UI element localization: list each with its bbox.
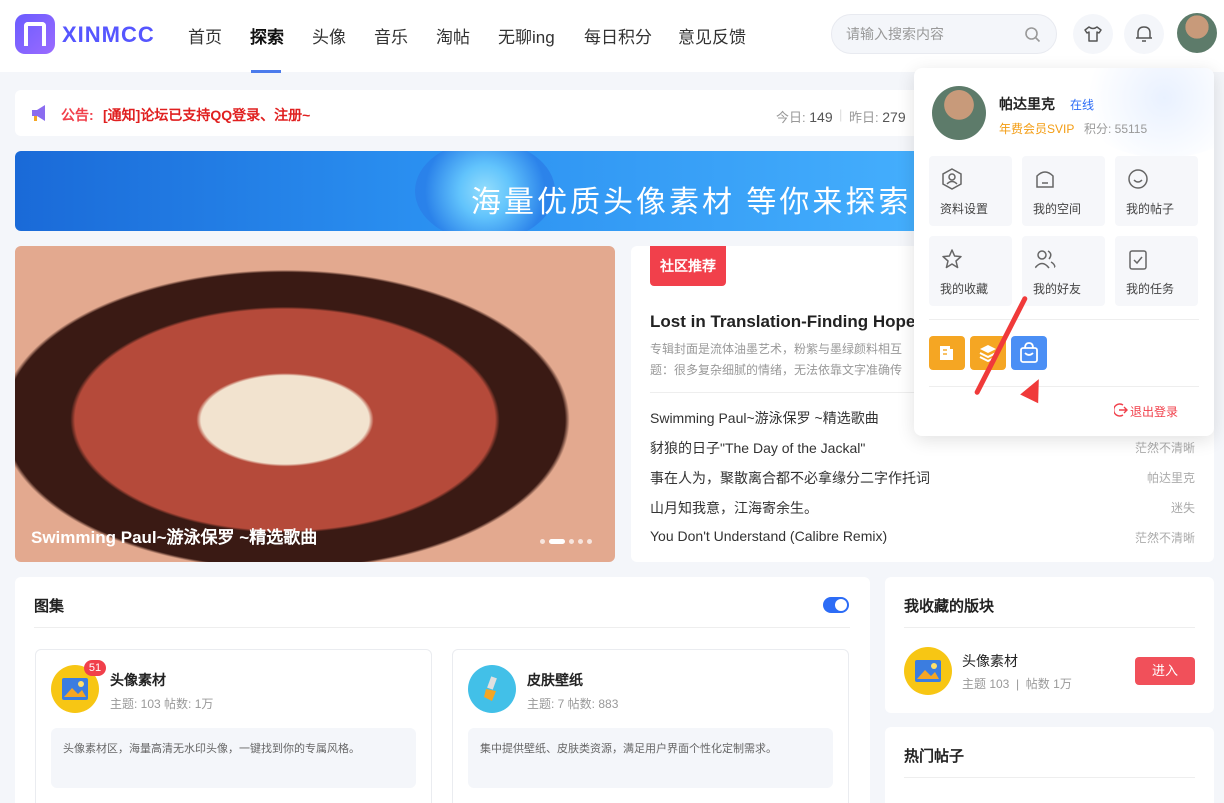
- favorite-boards-panel: 我收藏的版块 头像素材 主题 103 | 帖数 1万 进入: [885, 577, 1214, 713]
- post-item[interactable]: 豺狼的日子"The Day of the Jackal" 茫然不清晰: [650, 438, 1195, 458]
- nav-taotie[interactable]: 淘帖: [436, 23, 470, 48]
- board-desc: 头像素材区，海量高清无水印头像，一键找到你的专属风格。: [51, 728, 416, 788]
- vip-badge[interactable]: 年费会员SVIP: [999, 120, 1074, 137]
- logo-icon[interactable]: [15, 14, 55, 54]
- featured-post-title[interactable]: Lost in Translation-Finding Hope: [650, 312, 915, 332]
- star-icon: [942, 249, 962, 269]
- carousel-dots: [540, 539, 592, 544]
- stat-today: 今日: 149: [776, 109, 833, 125]
- tile-label: 我的帖子: [1126, 202, 1175, 216]
- community-badge: 社区推荐: [650, 246, 726, 286]
- fav-board-name[interactable]: 头像素材: [962, 651, 1018, 671]
- carousel-dot[interactable]: [540, 539, 545, 544]
- divider: [904, 627, 1195, 628]
- carousel-dot[interactable]: [578, 539, 583, 544]
- divider: [929, 386, 1199, 387]
- post-item[interactable]: You Don't Understand (Calibre Remix) 茫然不清…: [650, 528, 1195, 545]
- board-badge: 51: [84, 660, 106, 676]
- panel-avatar[interactable]: [932, 86, 986, 140]
- brush-icon: [468, 665, 516, 713]
- stat-yesterday: 昨日: 279: [849, 109, 906, 125]
- friends-icon: [1034, 250, 1056, 269]
- image-carousel[interactable]: Swimming Paul~游泳保罗 ~精选歌曲: [15, 246, 615, 562]
- tile-label: 资料设置: [940, 202, 989, 216]
- tile-my-friends[interactable]: 我的好友: [1022, 236, 1105, 306]
- notice-label: 公告:: [61, 107, 94, 123]
- shirt-icon[interactable]: [1073, 14, 1113, 54]
- board-meta: 主题: 7 帖数: 883: [527, 697, 619, 711]
- promo-banner[interactable]: 海量优质头像素材 等你来探索: [15, 151, 1015, 231]
- section-title: 图集: [34, 598, 65, 615]
- board-card[interactable]: 皮肤壁纸 主题: 7 帖数: 883 集中提供壁纸、皮肤类资源，满足用户界面个性…: [452, 649, 849, 803]
- search-box: [831, 14, 1057, 54]
- home-icon: [1036, 171, 1054, 188]
- tile-my-space[interactable]: 我的空间: [1022, 156, 1105, 226]
- active-nav-indicator: [251, 70, 281, 73]
- logo-text[interactable]: XINMCC: [62, 22, 155, 48]
- nav-daily-points[interactable]: 每日积分: [584, 23, 652, 48]
- nav-explore[interactable]: 探索: [250, 23, 284, 48]
- task-icon: [1129, 250, 1147, 270]
- nav-boring[interactable]: 无聊ing: [498, 23, 555, 48]
- fav-board-meta: 主题 103 | 帖数 1万: [962, 677, 1072, 691]
- tile-my-favorites[interactable]: 我的收藏: [929, 236, 1012, 306]
- featured-post-desc: 专辑封面是流体油墨艺术，粉紫与墨绿颜料相互题：很多复杂细腻的情绪，无法依靠文字准…: [650, 342, 903, 377]
- tile-label: 我的任务: [1126, 282, 1175, 296]
- user-settings-icon: [942, 168, 962, 190]
- logout-link[interactable]: 退出登录: [1130, 403, 1178, 420]
- user-dropdown: 帕达里克 在线 年费会员SVIP 积分: 55115 资料设置 我的空间 我的帖…: [914, 68, 1214, 436]
- panel-decoration: [1074, 68, 1214, 158]
- divider: [34, 627, 850, 628]
- tile-label: 我的空间: [1033, 202, 1082, 216]
- divider: [929, 319, 1199, 320]
- divider: [904, 777, 1195, 778]
- shopping-bag-icon[interactable]: [1011, 336, 1047, 370]
- enter-button[interactable]: 进入: [1135, 657, 1195, 685]
- chat-icon: [1128, 169, 1148, 189]
- board-desc: 集中提供壁纸、皮肤类资源，满足用户界面个性化定制需求。: [468, 728, 833, 788]
- logout-icon[interactable]: [1114, 403, 1128, 417]
- top-header: XINMCC 首页 探索 头像 音乐 淘帖 无聊ing 每日积分 意见反馈: [0, 0, 1224, 73]
- view-toggle[interactable]: [823, 597, 849, 613]
- nav-avatar[interactable]: 头像: [312, 23, 346, 48]
- post-item[interactable]: 事在人为，聚散离合都不必拿缘分二字作托词 帕达里克: [650, 468, 1195, 488]
- user-avatar[interactable]: [1177, 13, 1217, 53]
- section-title: 热门帖子: [904, 748, 965, 765]
- points-value: 积分: 55115: [1084, 122, 1148, 136]
- notice-link[interactable]: [通知]论坛已支持QQ登录、注册~: [103, 105, 310, 125]
- bell-icon[interactable]: [1124, 14, 1164, 54]
- username[interactable]: 帕达里克: [999, 94, 1055, 114]
- tile-label: 我的收藏: [940, 282, 989, 296]
- search-icon[interactable]: [1024, 26, 1042, 44]
- tile-my-tasks[interactable]: 我的任务: [1115, 236, 1198, 306]
- megaphone-icon: [32, 105, 45, 121]
- album-section: 图集 51 头像素材 主题: 103 帖数: 1万 头像素材区，海量高清无水印头…: [15, 577, 870, 803]
- board-name[interactable]: 头像素材: [110, 670, 166, 690]
- search-input[interactable]: [846, 24, 1016, 44]
- carousel-dot[interactable]: [569, 539, 574, 544]
- tile-my-posts[interactable]: 我的帖子: [1115, 156, 1198, 226]
- image-icon: [904, 647, 952, 695]
- board-card[interactable]: 51 头像素材 主题: 103 帖数: 1万 头像素材区，海量高清无水印头像，一…: [35, 649, 432, 803]
- board-name[interactable]: 皮肤壁纸: [527, 670, 583, 690]
- section-title: 我收藏的版块: [904, 598, 995, 615]
- board-meta: 主题: 103 帖数: 1万: [110, 697, 214, 711]
- tile-profile-settings[interactable]: 资料设置: [929, 156, 1012, 226]
- online-status: 在线: [1070, 98, 1095, 112]
- nav-feedback[interactable]: 意见反馈: [678, 23, 746, 48]
- tile-label: 我的好友: [1033, 282, 1082, 296]
- nav-home[interactable]: 首页: [188, 23, 222, 48]
- nav-music[interactable]: 音乐: [374, 23, 408, 48]
- carousel-dot[interactable]: [587, 539, 592, 544]
- banner-text: 海量优质头像素材 等你来探索: [471, 186, 912, 219]
- carousel-caption[interactable]: Swimming Paul~游泳保罗 ~精选歌曲: [31, 523, 317, 548]
- announcement-bar: 公告: [通知]论坛已支持QQ登录、注册~ 今日: 149 | 昨日: 279: [15, 90, 1015, 136]
- stat-separator: |: [839, 107, 843, 122]
- hot-posts-panel: 热门帖子: [885, 727, 1214, 803]
- carousel-dot-active[interactable]: [549, 539, 565, 544]
- document-icon[interactable]: [929, 336, 965, 370]
- post-item[interactable]: 山月知我意，江海寄余生。 迷失: [650, 498, 1195, 518]
